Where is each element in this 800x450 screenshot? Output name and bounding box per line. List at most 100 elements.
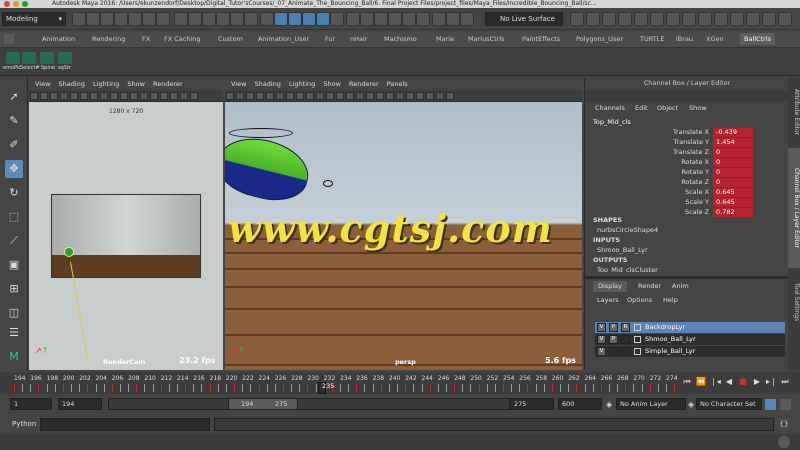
wireframe-icon[interactable] bbox=[50, 92, 58, 100]
live-surface-field[interactable]: No Live Surface bbox=[485, 12, 563, 26]
cb-menu-channels[interactable]: Channels bbox=[595, 104, 625, 112]
layer-toggle-r[interactable]: R bbox=[621, 323, 630, 332]
isolate-icon[interactable] bbox=[296, 92, 304, 100]
lasso-tool-icon[interactable]: ✎ bbox=[5, 112, 23, 130]
viewport-menu-view[interactable]: View bbox=[231, 80, 246, 88]
status-tool-icon[interactable] bbox=[388, 12, 402, 26]
anim-layer-dropdown[interactable]: No Anim Layer bbox=[616, 398, 686, 410]
start-time-field[interactable]: 1 bbox=[10, 398, 52, 410]
textured-icon[interactable] bbox=[266, 92, 274, 100]
shelf-tab-ballctrls[interactable]: BallCtrls bbox=[740, 33, 776, 45]
status-tool-icon[interactable] bbox=[230, 12, 244, 26]
channel-row[interactable]: Rotate Y 0 bbox=[669, 168, 755, 177]
status-tool-icon[interactable] bbox=[260, 12, 274, 26]
paint-select-tool-icon[interactable]: ✐ bbox=[5, 136, 23, 154]
grid-icon[interactable] bbox=[236, 92, 244, 100]
preferences-icon[interactable] bbox=[780, 399, 791, 410]
shadows-icon[interactable] bbox=[286, 92, 294, 100]
outputs-item[interactable]: Top_Mid_clsCluster bbox=[597, 266, 658, 272]
render-tool-icon[interactable] bbox=[634, 12, 648, 26]
go-to-end-icon[interactable]: ⏭ bbox=[780, 377, 790, 387]
smooth-shade-icon[interactable] bbox=[60, 92, 68, 100]
side-tab-attribute-editor[interactable]: Attribute Editor bbox=[788, 82, 800, 142]
layer-color-swatch[interactable] bbox=[634, 324, 641, 331]
cb-menu-show[interactable]: Show bbox=[689, 104, 707, 112]
emopic-shelf-icon[interactable] bbox=[6, 52, 20, 64]
camera-icon[interactable] bbox=[226, 92, 234, 100]
gamma-icon[interactable] bbox=[416, 92, 424, 100]
status-tool-icon[interactable] bbox=[72, 12, 86, 26]
channel-value[interactable]: 0.782 bbox=[713, 208, 753, 217]
isolate-icon[interactable] bbox=[100, 92, 108, 100]
textured-icon[interactable] bbox=[70, 92, 78, 100]
render-tool-icon[interactable] bbox=[602, 12, 616, 26]
camera-icon[interactable] bbox=[30, 92, 38, 100]
step-back-key-icon[interactable]: ⏪ bbox=[696, 377, 706, 387]
dof-icon[interactable] bbox=[386, 92, 394, 100]
dof-icon[interactable] bbox=[190, 92, 198, 100]
layer-color-swatch[interactable] bbox=[634, 348, 641, 355]
shelf-menu-icon[interactable] bbox=[4, 34, 14, 44]
render-tool-icon[interactable] bbox=[586, 12, 600, 26]
top-control-curve[interactable] bbox=[229, 128, 293, 138]
side-control-curve[interactable] bbox=[323, 180, 333, 187]
layer-menu-options[interactable]: Options bbox=[627, 296, 652, 304]
channel-row[interactable]: Rotate Z 0 bbox=[669, 178, 755, 187]
film-gate-icon[interactable] bbox=[130, 92, 138, 100]
channel-row[interactable]: Translate X -0.439 bbox=[669, 128, 755, 137]
render-tool-icon[interactable] bbox=[618, 12, 632, 26]
shelf-tab-marie[interactable]: Marie bbox=[436, 35, 454, 43]
render-tool-icon[interactable] bbox=[762, 12, 776, 26]
outliner-view-icon[interactable]: ☰ bbox=[5, 324, 23, 342]
spine-shelf-icon[interactable] bbox=[40, 52, 54, 64]
channel-row[interactable]: Rotate X 0 bbox=[669, 158, 755, 167]
layer-toggle-p[interactable]: P bbox=[609, 323, 618, 332]
script-editor-icon[interactable]: {} bbox=[778, 418, 790, 430]
backface-icon[interactable] bbox=[366, 92, 374, 100]
grid-icon[interactable] bbox=[40, 92, 48, 100]
render-cam-viewport[interactable]: View Shading Lighting Show Renderer 1280… bbox=[29, 78, 223, 370]
scale-tool-icon[interactable]: ⬚ bbox=[5, 208, 23, 226]
two-view-icon[interactable]: ◫ bbox=[5, 304, 23, 322]
go-to-start-icon[interactable]: ⏮ bbox=[682, 377, 692, 387]
resolution-gate-icon[interactable] bbox=[120, 92, 128, 100]
layer-color-swatch[interactable] bbox=[634, 336, 641, 343]
range-handle[interactable]: 194 275 bbox=[228, 398, 298, 410]
status-tool-icon[interactable] bbox=[274, 12, 288, 26]
select-tool-icon[interactable]: ➚ bbox=[5, 88, 23, 106]
aa-icon[interactable] bbox=[180, 92, 188, 100]
step-back-frame-icon[interactable]: ❘◂ bbox=[710, 377, 721, 387]
shelf-tab-rendering[interactable]: Rendering bbox=[92, 35, 125, 43]
side-tab-channel-box[interactable]: Channel Box / Layer Editor bbox=[788, 148, 800, 268]
time-slider[interactable]: 194 196 198 200 202 204 206 208 210 212 214 216 218 2… bbox=[0, 372, 800, 394]
select-shelf-icon[interactable] bbox=[22, 52, 36, 64]
status-tool-icon[interactable] bbox=[360, 12, 374, 26]
play-backward-icon[interactable]: ◀ bbox=[724, 377, 734, 387]
layer-toggle-p[interactable] bbox=[609, 347, 618, 356]
channel-value[interactable]: -0.439 bbox=[713, 128, 753, 137]
viewport-menu-renderer[interactable]: Renderer bbox=[153, 80, 183, 88]
status-tool-icon[interactable] bbox=[402, 12, 416, 26]
render-tool-icon[interactable] bbox=[682, 12, 696, 26]
status-tool-icon[interactable] bbox=[86, 12, 100, 26]
shadows-icon[interactable] bbox=[90, 92, 98, 100]
status-tool-icon[interactable] bbox=[174, 12, 188, 26]
status-tool-icon[interactable] bbox=[374, 12, 388, 26]
shelf-tab-machismo[interactable]: Machismo bbox=[384, 35, 417, 43]
xray-icon[interactable] bbox=[306, 92, 314, 100]
layer-toggle-v[interactable]: V bbox=[597, 323, 606, 332]
shelf-tab-turtle[interactable]: TURTLE bbox=[640, 35, 664, 43]
layer-toggle-p[interactable]: P bbox=[609, 335, 618, 344]
four-view-icon[interactable]: ⊞ bbox=[5, 280, 23, 298]
status-tool-icon[interactable] bbox=[100, 12, 114, 26]
view-transform-icon[interactable] bbox=[446, 92, 454, 100]
status-tool-icon[interactable] bbox=[302, 12, 316, 26]
shelf-tab-fur[interactable]: Fur bbox=[325, 35, 335, 43]
hud-icon[interactable] bbox=[356, 92, 364, 100]
viewport-menu-shading[interactable]: Shading bbox=[59, 80, 85, 88]
status-tool-icon[interactable] bbox=[330, 12, 344, 26]
shelf-tab-xgen[interactable]: XGen bbox=[706, 35, 724, 43]
channel-row[interactable]: Scale Y 0.645 bbox=[669, 198, 755, 207]
end-time-field[interactable]: 600 bbox=[558, 398, 602, 410]
sqstr-shelf-icon[interactable] bbox=[58, 52, 72, 64]
